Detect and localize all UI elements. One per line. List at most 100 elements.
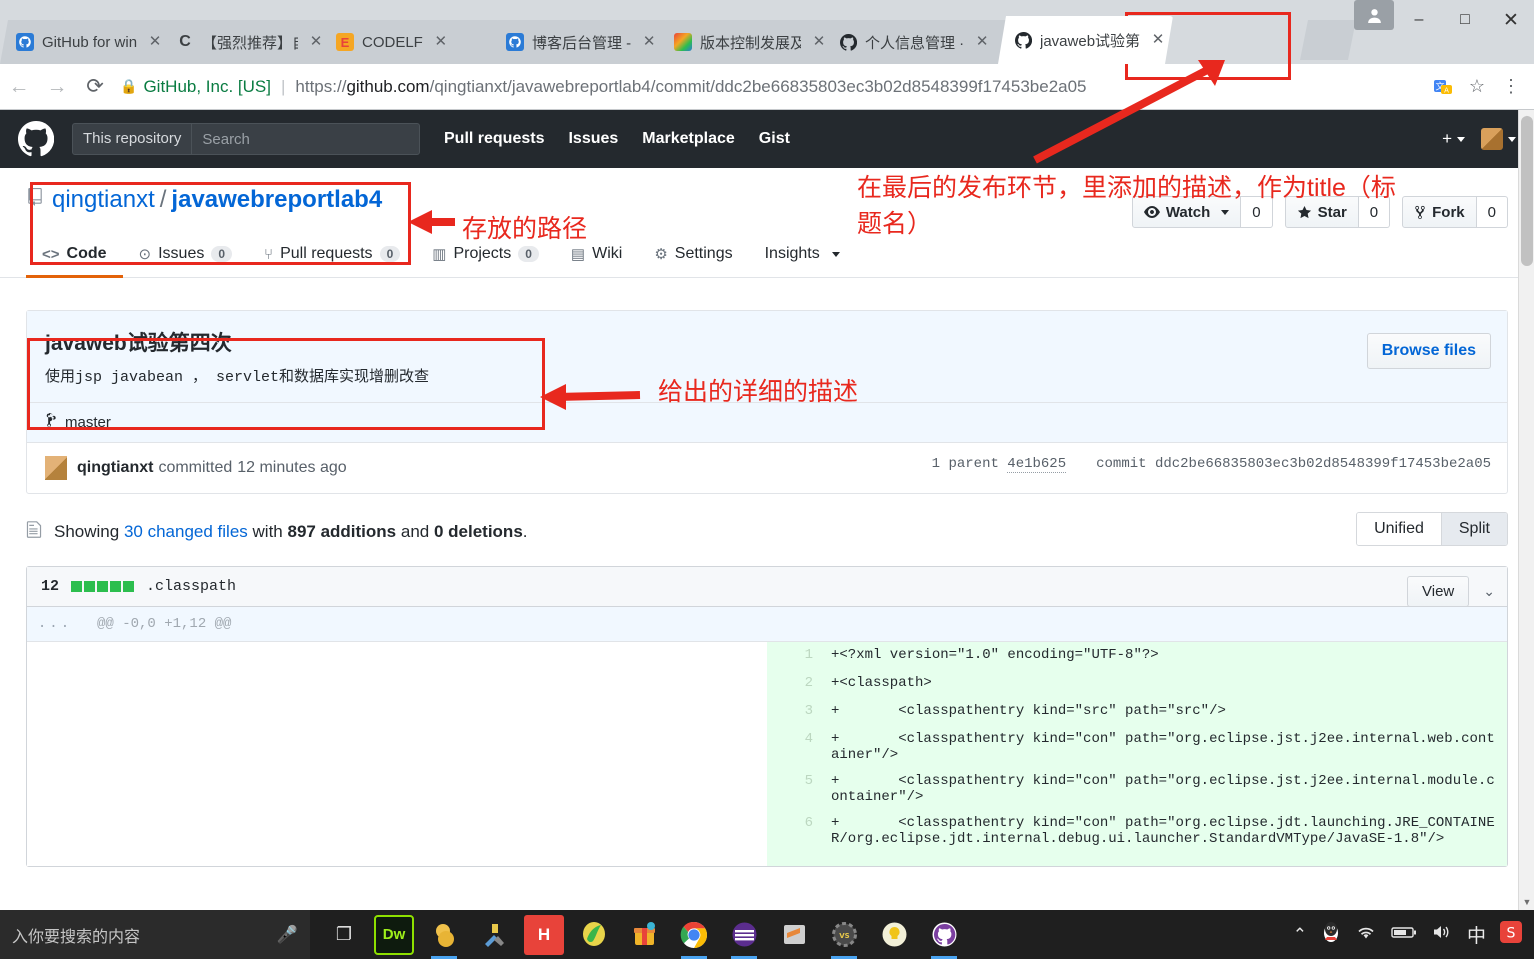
tab-close-icon[interactable]: ✕: [1150, 32, 1166, 48]
scroll-down-icon[interactable]: ▼: [1519, 894, 1534, 910]
sogou-input-icon[interactable]: S: [1500, 921, 1522, 948]
github-blue-icon: [506, 33, 524, 51]
page-scrollbar[interactable]: ▲ ▼: [1518, 110, 1534, 910]
browser-tab-2[interactable]: C 【强烈推荐】自 ✕: [160, 20, 330, 64]
user-profile-chip[interactable]: [1354, 0, 1394, 30]
folder-app-icon[interactable]: [424, 915, 464, 959]
browser-tab-7-active[interactable]: javaweb试验第 ✕: [998, 16, 1173, 64]
diff-line[interactable]: 6 + <classpathentry kind="con" path="org…: [767, 810, 1507, 852]
issue-opened-icon: ⊙: [138, 246, 152, 263]
github-desktop-icon[interactable]: [924, 915, 964, 959]
lightbulb-icon[interactable]: [874, 915, 914, 955]
diff-line[interactable]: 4 + <classpathentry kind="con" path="org…: [767, 726, 1507, 768]
parent-sha-link[interactable]: 4e1b625: [1007, 456, 1067, 473]
forward-button-icon[interactable]: →: [38, 68, 76, 106]
music-app-icon[interactable]: [574, 915, 614, 955]
tab-label: Code: [66, 245, 107, 262]
sublime-icon[interactable]: [774, 915, 814, 955]
fork-count[interactable]: 0: [1476, 196, 1508, 228]
diff-line[interactable]: 3 + <classpathentry kind="src" path="src…: [767, 698, 1507, 726]
global-search-box[interactable]: This repository: [72, 123, 420, 155]
unified-view-button[interactable]: Unified: [1357, 513, 1441, 545]
taskbar-search-box[interactable]: 入你要搜索的内容 🎤: [0, 910, 310, 959]
tab-pull-requests[interactable]: ⑂ Pull requests 0: [248, 237, 416, 278]
tab-close-icon[interactable]: ✕: [974, 34, 990, 50]
microphone-icon[interactable]: 🎤: [277, 925, 298, 945]
qq-penguin-icon[interactable]: [1321, 921, 1341, 948]
chevron-down-icon[interactable]: ⌄: [1483, 583, 1495, 600]
close-button[interactable]: ✕: [1488, 0, 1534, 40]
tab-close-icon[interactable]: ✕: [308, 34, 324, 50]
repo-owner-link[interactable]: qingtianxt: [52, 186, 155, 214]
diff-line[interactable]: 1 +<?xml version="1.0" encoding="UTF-8"?…: [767, 642, 1507, 670]
bookmark-star-icon[interactable]: ☆: [1460, 70, 1494, 104]
split-view-button[interactable]: Split: [1440, 513, 1507, 545]
reload-button-icon[interactable]: ⟳: [76, 68, 114, 106]
battery-icon[interactable]: [1391, 925, 1417, 945]
view-file-button[interactable]: View: [1407, 576, 1470, 607]
diff-line[interactable]: 2 +<classpath>: [767, 670, 1507, 698]
tab-close-icon[interactable]: ✕: [811, 34, 827, 50]
browser-titlebar: GitHub for win ✕ C 【强烈推荐】自 ✕ E CODELF ✕ …: [0, 0, 1534, 64]
create-new-menu[interactable]: +: [1442, 129, 1465, 149]
user-menu[interactable]: [1481, 128, 1516, 150]
browse-files-button[interactable]: Browse files: [1366, 333, 1491, 369]
wifi-icon[interactable]: [1355, 923, 1377, 946]
minimize-button[interactable]: –: [1396, 0, 1442, 40]
tab-settings[interactable]: ⚙ Settings: [638, 237, 748, 278]
tools-app-icon[interactable]: [474, 915, 514, 955]
settings-gear-icon[interactable]: VS: [824, 915, 864, 959]
ime-chinese-icon[interactable]: 中: [1467, 921, 1486, 948]
tab-close-icon[interactable]: ✕: [433, 34, 449, 50]
tab-close-icon[interactable]: ✕: [641, 34, 657, 50]
commit-author[interactable]: qingtianxt: [77, 459, 153, 477]
dreamweaver-icon[interactable]: Dw: [374, 914, 414, 955]
hbuilder-icon[interactable]: H: [524, 914, 564, 955]
diff-line-number: 6: [767, 810, 823, 836]
browser-tab-5[interactable]: 版本控制发展及 ✕: [658, 20, 833, 64]
tab-insights[interactable]: Insights: [749, 237, 856, 278]
tab-label: Issues: [158, 245, 205, 262]
nav-issues[interactable]: Issues: [568, 130, 618, 148]
browser-tab-3[interactable]: E CODELF ✕: [320, 20, 500, 64]
ubuntu-icon[interactable]: [724, 915, 764, 959]
new-tab-button[interactable]: [1300, 20, 1356, 60]
tab-issues[interactable]: ⊙ Issues 0: [123, 237, 249, 278]
translate-icon[interactable]: 文A: [1426, 70, 1460, 104]
nav-marketplace[interactable]: Marketplace: [642, 130, 735, 148]
windows-taskbar: 入你要搜索的内容 🎤 ❐ Dw H VS ⌃ 中 S: [0, 910, 1534, 959]
chrome-icon[interactable]: [674, 915, 714, 959]
github-mark-icon[interactable]: [18, 120, 55, 157]
volume-icon[interactable]: [1431, 923, 1453, 946]
browser-tab-1[interactable]: GitHub for win ✕: [0, 20, 170, 64]
url-input[interactable]: 🔒 GitHub, Inc. [US] | https://github.com…: [120, 70, 1416, 103]
tab-code[interactable]: <> Code: [26, 237, 123, 278]
tab-close-icon[interactable]: ✕: [147, 34, 163, 50]
repo-name-link[interactable]: javawebreportlab4: [171, 186, 382, 214]
show-hidden-icons-chevron[interactable]: ⌃: [1293, 925, 1307, 945]
search-input[interactable]: [192, 130, 419, 148]
browser-tab-6[interactable]: 个人信息管理 · ✕: [823, 20, 1008, 64]
maximize-button[interactable]: □: [1442, 0, 1488, 40]
gift-app-icon[interactable]: [624, 915, 664, 955]
branch-name[interactable]: master: [65, 414, 111, 431]
browser-tab-4[interactable]: 博客后台管理 - ✕: [490, 20, 668, 64]
tab-title: CODELF: [362, 33, 423, 51]
hunk-expand-button[interactable]: ...: [27, 607, 83, 641]
scrollbar-thumb[interactable]: [1521, 116, 1533, 266]
projects-count: 0: [518, 246, 539, 262]
file-path[interactable]: .classpath: [146, 578, 236, 595]
nav-pull-requests[interactable]: Pull requests: [444, 130, 544, 148]
changed-files-link[interactable]: 30 changed files: [124, 522, 248, 542]
nav-gist[interactable]: Gist: [759, 130, 790, 148]
chrome-menu-icon[interactable]: ⋮: [1494, 70, 1528, 104]
book-icon: ▤: [570, 246, 586, 263]
back-button-icon[interactable]: ←: [0, 68, 38, 106]
url-domain: github.com: [346, 76, 430, 96]
task-view-icon[interactable]: ❐: [324, 915, 364, 955]
gear-icon: ⚙: [654, 246, 668, 263]
svg-text:A: A: [1444, 86, 1449, 94]
diff-line[interactable]: 5 + <classpathentry kind="con" path="org…: [767, 768, 1507, 810]
hunk-range-label: @@ -0,0 +1,12 @@: [97, 616, 232, 632]
fork-button[interactable]: Fork: [1402, 196, 1477, 228]
